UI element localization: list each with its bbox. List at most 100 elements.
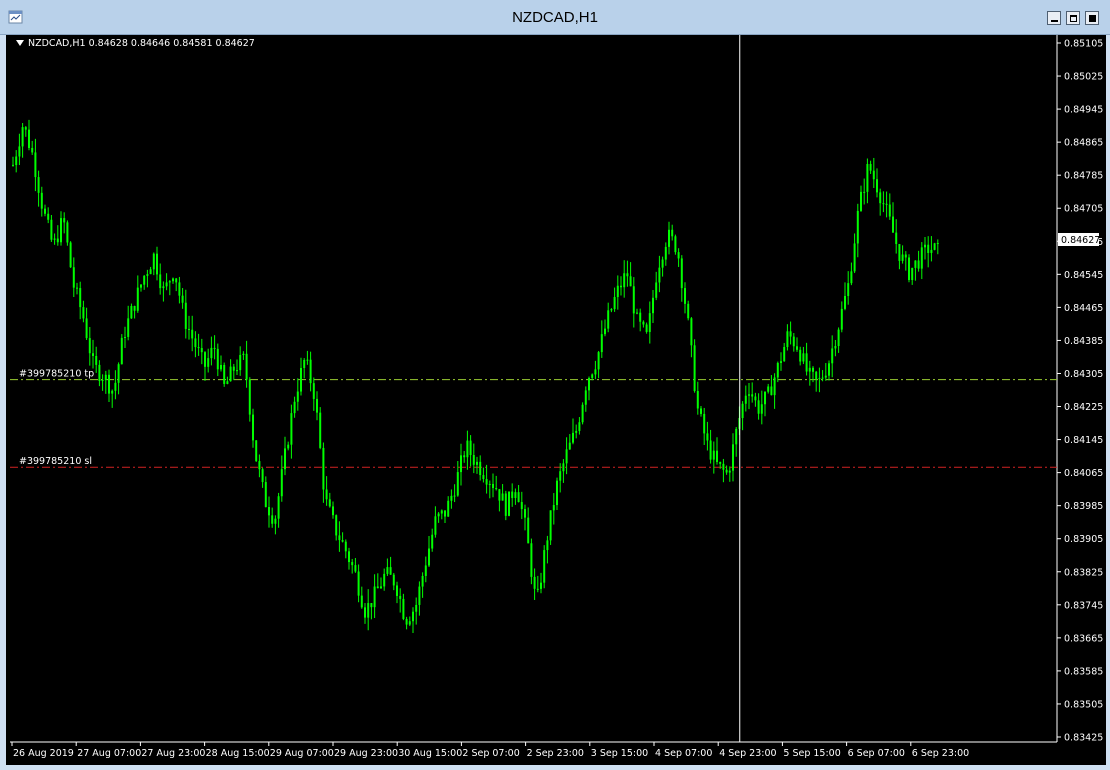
minimize-button[interactable] xyxy=(1047,11,1061,25)
candle-body xyxy=(524,509,526,518)
candle-body xyxy=(840,308,843,330)
candle-body xyxy=(408,621,411,625)
candle-body xyxy=(207,358,210,367)
candle-body xyxy=(511,491,514,499)
candle-body xyxy=(588,377,590,391)
candle-body xyxy=(178,282,181,296)
y-tick-label: 0.83425 xyxy=(1064,733,1103,744)
candle-body xyxy=(735,428,738,445)
candle-body xyxy=(914,260,917,268)
candle-body xyxy=(44,208,46,214)
candle-body xyxy=(888,204,891,217)
candle-body xyxy=(693,345,696,392)
title-bar[interactable]: NZDCAD,H1 xyxy=(0,0,1110,35)
candle-body xyxy=(863,191,866,193)
candle-body xyxy=(152,253,155,270)
candle-body xyxy=(492,483,494,489)
candle-body xyxy=(652,297,654,314)
candle-body xyxy=(732,444,734,471)
candle-body xyxy=(501,493,504,501)
close-button[interactable] xyxy=(1085,11,1099,25)
candle-body xyxy=(572,432,574,443)
candle-body xyxy=(536,588,539,590)
candle-body xyxy=(712,450,715,460)
x-tick-label: 2 Sep 07:00 xyxy=(462,748,519,759)
price-chart[interactable]: #399785210 tp #399785210 sl 0.85105 0.8502… xyxy=(6,35,1106,765)
candle-body xyxy=(552,505,555,511)
candle-body xyxy=(776,362,779,378)
candle-body xyxy=(498,489,501,501)
window-title: NZDCAD,H1 xyxy=(512,9,598,26)
candle-body xyxy=(709,440,712,460)
candle-body xyxy=(216,348,219,370)
candle-body xyxy=(392,574,395,586)
candle-body xyxy=(828,363,830,376)
candle-body xyxy=(204,352,206,367)
candle-body xyxy=(143,275,146,285)
candle-body xyxy=(15,156,18,166)
candle-body xyxy=(380,586,382,589)
candle-body xyxy=(540,582,542,589)
candle-body xyxy=(383,573,386,587)
candle-body xyxy=(12,164,14,166)
candle-body xyxy=(927,244,930,253)
candle-body xyxy=(847,283,850,297)
candle-body xyxy=(757,400,760,414)
candle-body xyxy=(133,306,136,311)
candle-body xyxy=(687,303,690,319)
candle-body xyxy=(63,218,66,223)
candle-body xyxy=(789,331,792,337)
candle-body xyxy=(485,479,488,485)
candle-body xyxy=(488,483,491,485)
candle-body xyxy=(386,567,389,574)
candle-body xyxy=(869,164,872,171)
candle-body xyxy=(802,353,805,362)
x-tick-label: 29 Aug 23:00 xyxy=(334,748,398,759)
candle-body xyxy=(495,488,498,490)
candle-body xyxy=(530,543,533,577)
x-tick-label: 29 Aug 07:00 xyxy=(270,748,334,759)
candle-body xyxy=(284,448,286,470)
candle-body xyxy=(50,219,53,240)
candle-body xyxy=(632,286,635,314)
candle-body xyxy=(885,203,888,205)
candle-body xyxy=(322,447,325,490)
candle-body xyxy=(613,297,616,310)
candle-body xyxy=(821,377,824,379)
candle-body xyxy=(85,318,88,339)
candle-body xyxy=(364,607,366,618)
candle-body xyxy=(936,243,939,245)
x-tick-label: 6 Sep 23:00 xyxy=(912,748,969,759)
candle-body xyxy=(664,246,667,260)
candle-body xyxy=(722,463,725,470)
candle-body xyxy=(418,586,421,605)
candle-body xyxy=(879,192,882,204)
symbol-dropdown-icon[interactable] xyxy=(16,40,24,46)
candle-body xyxy=(668,229,670,247)
candle-body xyxy=(661,259,664,268)
candle-body xyxy=(911,267,914,280)
candle-body xyxy=(325,489,328,500)
candle-body xyxy=(428,548,430,566)
chart-area[interactable]: #399785210 tp #399785210 sl 0.85105 0.8502… xyxy=(6,35,1106,765)
candle-body xyxy=(780,361,782,363)
candle-body xyxy=(47,213,50,220)
x-tick-label: 30 Aug 15:00 xyxy=(398,748,462,759)
candle-body xyxy=(604,328,606,335)
candle-body xyxy=(764,391,766,405)
candle-body xyxy=(607,310,610,329)
candle-body xyxy=(104,374,107,381)
candle-body xyxy=(812,367,814,372)
candle-body xyxy=(245,353,248,380)
maximize-button[interactable] xyxy=(1066,11,1080,25)
candle-body xyxy=(66,222,69,243)
candle-body xyxy=(856,210,859,244)
candle-body xyxy=(108,374,110,394)
candle-body xyxy=(389,567,392,575)
candle-body xyxy=(642,321,645,325)
candle-body xyxy=(815,371,818,379)
candle-body xyxy=(98,364,101,381)
candle-body xyxy=(156,253,158,275)
candle-body xyxy=(584,390,587,405)
candle-body xyxy=(424,565,427,576)
